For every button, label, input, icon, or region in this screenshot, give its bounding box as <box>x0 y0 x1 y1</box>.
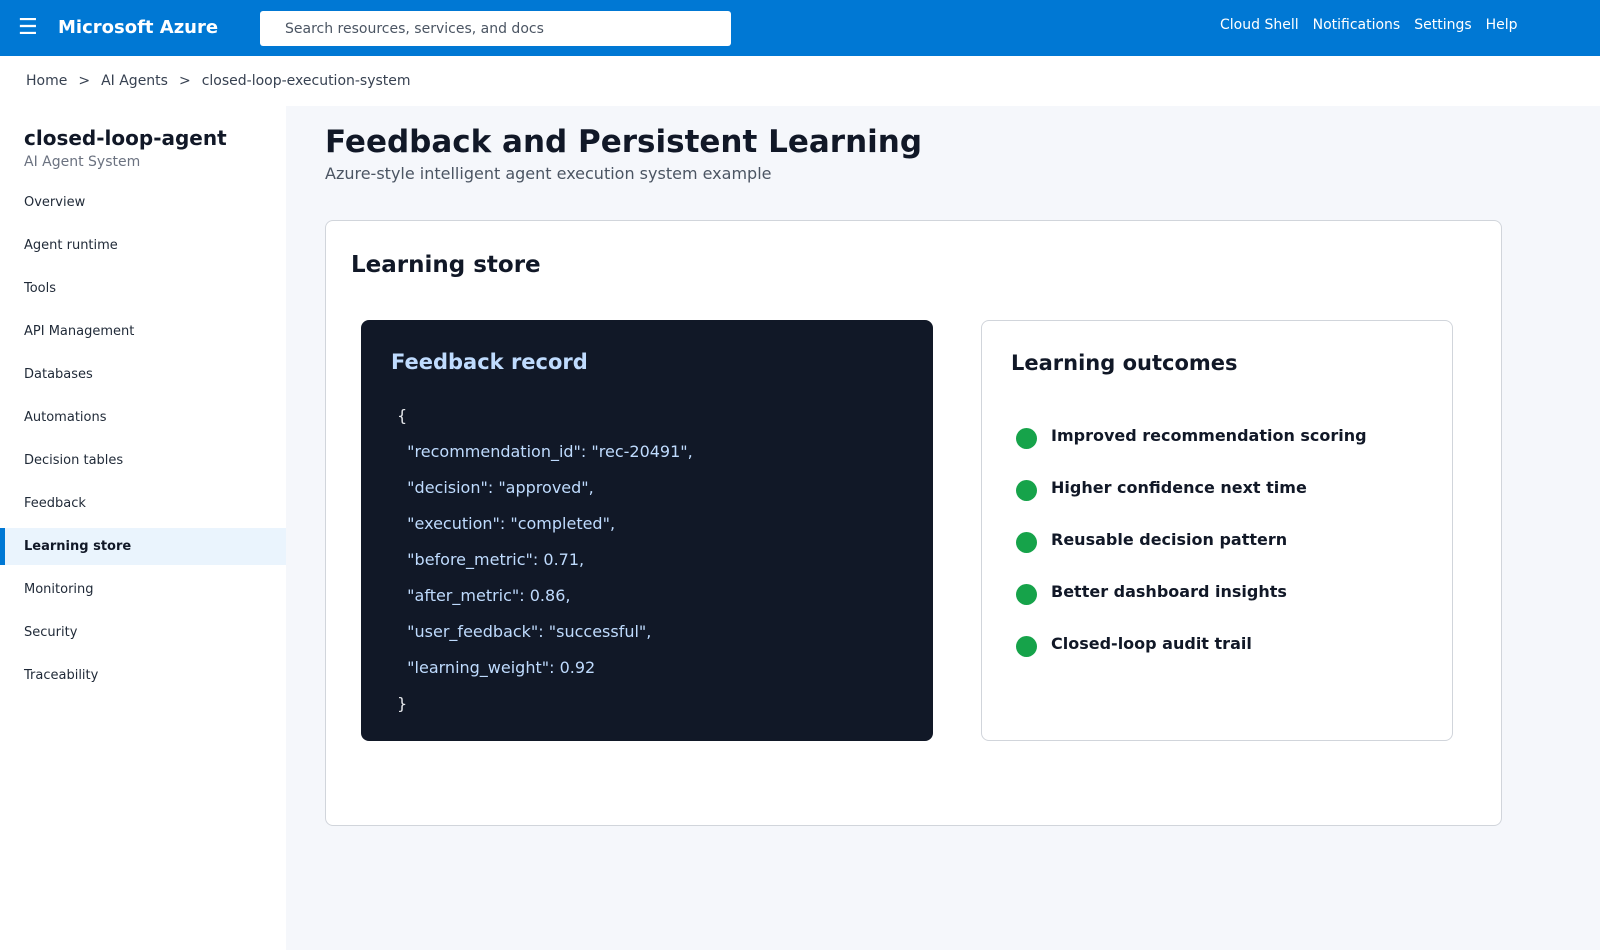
outcome-label: Higher confidence next time <box>1051 477 1307 497</box>
breadcrumb-home[interactable]: Home <box>26 73 67 89</box>
help-link[interactable]: Help <box>1486 16 1518 34</box>
code-line: "before_metric": 0.71, <box>397 550 585 569</box>
breadcrumb-separator: > <box>78 73 91 89</box>
code-line: "after_metric": 0.86, <box>397 586 571 605</box>
feedback-record-panel: Feedback record { "recommendation_id": "… <box>361 320 933 741</box>
page-title: Feedback and Persistent Learning <box>325 124 923 160</box>
list-item: Higher confidence next time <box>1016 461 1367 513</box>
list-item: Better dashboard insights <box>1016 565 1367 617</box>
status-dot-icon <box>1016 531 1037 553</box>
sidebar: closed-loop-agent AI Agent System Overvi… <box>0 106 286 950</box>
code-line: "recommendation_id": "rec-20491", <box>397 442 693 461</box>
code-line: "learning_weight": 0.92 <box>397 658 596 677</box>
top-bar: ☰ Microsoft Azure Cloud Shell Notificati… <box>0 0 1600 56</box>
brand-logo[interactable]: Microsoft Azure <box>58 15 218 41</box>
search-input[interactable] <box>260 11 731 46</box>
settings-link[interactable]: Settings <box>1414 16 1471 34</box>
resource-name: closed-loop-agent <box>24 126 227 150</box>
code-line: "execution": "completed", <box>397 514 616 533</box>
breadcrumb-bar: Home > AI Agents > closed-loop-execution… <box>0 56 1600 106</box>
outcome-label: Closed-loop audit trail <box>1051 633 1252 653</box>
learning-outcomes-list: Improved recommendation scoring Higher c… <box>1016 409 1367 669</box>
code-line: "decision": "approved", <box>397 478 594 497</box>
sidebar-item-api-management[interactable]: API Management <box>0 310 286 353</box>
list-item: Closed-loop audit trail <box>1016 617 1367 669</box>
code-line: } <box>397 694 408 713</box>
code-line: "user_feedback": "successful", <box>397 622 652 641</box>
menu-icon[interactable]: ☰ <box>18 14 38 42</box>
breadcrumb-separator: > <box>178 73 191 89</box>
feedback-record-json: { "recommendation_id": "rec-20491", "dec… <box>397 398 693 722</box>
sidebar-item-decision-tables[interactable]: Decision tables <box>0 439 286 482</box>
sidebar-item-overview[interactable]: Overview <box>0 181 286 224</box>
sidebar-item-security[interactable]: Security <box>0 611 286 654</box>
feedback-record-title: Feedback record <box>391 350 588 374</box>
code-line: { <box>397 406 408 425</box>
outcome-label: Reusable decision pattern <box>1051 529 1288 549</box>
breadcrumb: Home > AI Agents > closed-loop-execution… <box>26 73 411 89</box>
status-dot-icon <box>1016 583 1037 605</box>
sidebar-item-feedback[interactable]: Feedback <box>0 482 286 525</box>
list-item: Reusable decision pattern <box>1016 513 1367 565</box>
sidebar-item-monitoring[interactable]: Monitoring <box>0 568 286 611</box>
breadcrumb-current[interactable]: closed-loop-execution-system <box>202 73 411 89</box>
status-dot-icon <box>1016 635 1037 657</box>
breadcrumb-ai-agents[interactable]: AI Agents <box>101 73 168 89</box>
card-title: Learning store <box>351 252 541 278</box>
sidebar-item-databases[interactable]: Databases <box>0 353 286 396</box>
learning-store-card: Learning store Feedback record { "recomm… <box>325 220 1502 826</box>
sidebar-item-automations[interactable]: Automations <box>0 396 286 439</box>
cloud-shell-link[interactable]: Cloud Shell <box>1220 16 1299 34</box>
learning-outcomes-title: Learning outcomes <box>1011 351 1238 375</box>
outcome-label: Improved recommendation scoring <box>1051 425 1367 445</box>
sidebar-item-learning-store[interactable]: Learning store <box>0 528 286 565</box>
resource-type: AI Agent System <box>24 154 141 170</box>
status-dot-icon <box>1016 479 1037 501</box>
notifications-link[interactable]: Notifications <box>1313 16 1401 34</box>
learning-outcomes-panel: Learning outcomes Improved recommendatio… <box>981 320 1453 741</box>
sidebar-item-agent-runtime[interactable]: Agent runtime <box>0 224 286 267</box>
page-subtitle: Azure-style intelligent agent execution … <box>325 164 772 183</box>
sidebar-item-traceability[interactable]: Traceability <box>0 654 286 697</box>
sidebar-nav: Overview Agent runtime Tools API Managem… <box>0 181 286 697</box>
top-links: Cloud Shell Notifications Settings Help <box>1220 16 1518 34</box>
status-dot-icon <box>1016 427 1037 449</box>
list-item: Improved recommendation scoring <box>1016 409 1367 461</box>
sidebar-item-tools[interactable]: Tools <box>0 267 286 310</box>
outcome-label: Better dashboard insights <box>1051 581 1287 601</box>
